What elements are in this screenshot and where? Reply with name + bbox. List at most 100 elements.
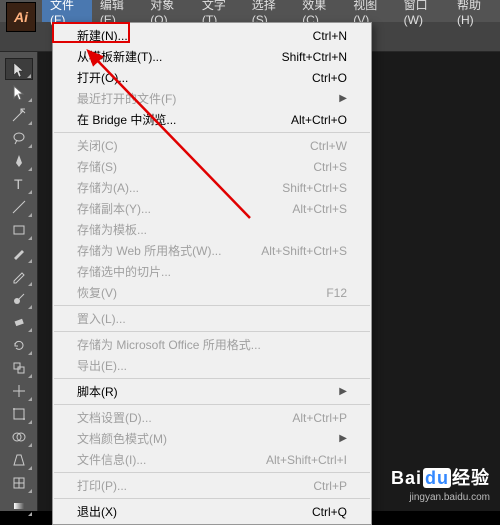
menu-item-shortcut: Alt+Shift+Ctrl+S: [261, 244, 347, 258]
tool-free-transform[interactable]: [5, 403, 33, 425]
menubar: 文件(F)编辑(E)对象(O)文字(T)选择(S)效果(C)视图(V)窗口(W)…: [0, 0, 500, 22]
watermark-url: jingyan.baidu.com: [391, 492, 490, 503]
menu-item-shortcut: Alt+Ctrl+P: [292, 411, 347, 425]
tool-perspective[interactable]: [5, 449, 33, 471]
menu-item-6-0: 打印(P)... Ctrl+P: [53, 475, 371, 496]
menubar-item-3[interactable]: 文字(T): [194, 0, 244, 22]
menu-item-1-4: 存储为模板...: [53, 219, 371, 240]
tool-pen[interactable]: [5, 150, 33, 172]
menu-item-label: 从模板新建(T)...: [77, 48, 162, 65]
svg-text:T: T: [14, 176, 23, 192]
submenu-arrow-icon: ▶: [339, 433, 347, 444]
menu-item-label: 存储为(A)...: [77, 179, 139, 196]
menu-item-label: 文档颜色模式(M): [77, 430, 167, 447]
tool-line[interactable]: [5, 196, 33, 218]
menu-item-1-0: 关闭(C) Ctrl+W: [53, 135, 371, 156]
tool-eraser[interactable]: [5, 311, 33, 333]
menu-item-0-1[interactable]: 从模板新建(T)... Shift+Ctrl+N: [53, 46, 371, 67]
menu-item-label: 导出(E)...: [77, 357, 127, 374]
menu-item-shortcut: Alt+Shift+Ctrl+I: [266, 453, 347, 467]
menu-item-3-1: 导出(E)...: [53, 355, 371, 376]
menu-item-1-7: 恢复(V) F12: [53, 282, 371, 303]
menu-item-7-0[interactable]: 退出(X)Ctrl+Q: [53, 501, 371, 522]
menu-item-shortcut: Ctrl+N: [313, 29, 347, 43]
menu-item-shortcut: Ctrl+O: [312, 71, 347, 85]
file-menu-dropdown: 新建(N)...Ctrl+N 从模板新建(T)... Shift+Ctrl+N 打开(…: [52, 22, 372, 525]
menu-item-shortcut: Ctrl+S: [313, 160, 347, 174]
watermark: Baidu经验 jingyan.baidu.com: [391, 464, 490, 503]
tool-lasso[interactable]: [5, 127, 33, 149]
submenu-arrow-icon: ▶: [339, 386, 347, 397]
menu-item-label: 存储副本(Y)...: [77, 200, 151, 217]
tool-selection[interactable]: [5, 58, 33, 80]
menu-separator: [54, 132, 370, 133]
menu-item-label: 文件信息(I)...: [77, 451, 146, 468]
menu-item-label: 置入(L)...: [77, 310, 126, 327]
watermark-brand-c: 经验: [452, 468, 490, 488]
tool-type[interactable]: T: [5, 173, 33, 195]
menu-item-shortcut: Alt+Ctrl+O: [291, 113, 347, 127]
tool-direct-selection[interactable]: [5, 81, 33, 103]
menu-item-0-2[interactable]: 打开(O)... Ctrl+O: [53, 67, 371, 88]
menubar-item-7[interactable]: 窗口(W): [396, 0, 449, 22]
tool-rotate[interactable]: [5, 334, 33, 356]
menu-item-4-0[interactable]: 脚本(R) ▶: [53, 381, 371, 402]
menu-item-label: 打开(O)...: [77, 69, 128, 86]
menu-item-label: 最近打开的文件(F): [77, 90, 176, 107]
menu-item-label: 打印(P)...: [77, 477, 127, 494]
menu-separator: [54, 404, 370, 405]
menu-item-shortcut: Ctrl+P: [313, 479, 347, 493]
menu-item-5-2: 文件信息(I)... Alt+Shift+Ctrl+I: [53, 449, 371, 470]
menu-item-label: 文档设置(D)...: [77, 409, 152, 426]
menu-separator: [54, 331, 370, 332]
tool-width[interactable]: [5, 380, 33, 402]
menu-item-3-0: 存储为 Microsoft Office 所用格式...: [53, 334, 371, 355]
menu-item-shortcut: Shift+Ctrl+N: [282, 50, 347, 64]
menu-item-shortcut: Alt+Ctrl+S: [292, 202, 347, 216]
toolbar: T: [0, 52, 38, 511]
menu-item-shortcut: Ctrl+Q: [312, 505, 347, 519]
watermark-brand-a: Bai: [391, 468, 422, 488]
menubar-item-2[interactable]: 对象(O): [142, 0, 194, 22]
menu-item-shortcut: F12: [326, 286, 347, 300]
menu-item-shortcut: Shift+Ctrl+S: [282, 181, 347, 195]
menu-item-label: 在 Bridge 中浏览...: [77, 111, 176, 128]
tool-pencil[interactable]: [5, 265, 33, 287]
menu-item-5-0: 文档设置(D)... Alt+Ctrl+P: [53, 407, 371, 428]
menubar-item-1[interactable]: 编辑(E): [92, 0, 142, 22]
tool-rectangle[interactable]: [5, 219, 33, 241]
menu-item-0-4[interactable]: 在 Bridge 中浏览... Alt+Ctrl+O: [53, 109, 371, 130]
menu-separator: [54, 472, 370, 473]
menu-item-0-3: 最近打开的文件(F)▶: [53, 88, 371, 109]
menu-item-label: 恢复(V): [77, 284, 117, 301]
app-icon: Ai: [6, 2, 36, 32]
menu-item-label: 存储选中的切片...: [77, 263, 171, 280]
watermark-brand-b: du: [423, 468, 451, 488]
menu-item-1-1: 存储(S) Ctrl+S: [53, 156, 371, 177]
menubar-item-5[interactable]: 效果(C): [294, 0, 345, 22]
menu-item-label: 存储(S): [77, 158, 117, 175]
tool-paintbrush[interactable]: [5, 242, 33, 264]
menubar-item-4[interactable]: 选择(S): [244, 0, 294, 22]
menu-item-label: 存储为模板...: [77, 221, 147, 238]
menu-item-2-0: 置入(L)...: [53, 308, 371, 329]
menubar-item-8[interactable]: 帮助(H): [449, 0, 500, 22]
menu-item-1-3: 存储副本(Y)... Alt+Ctrl+S: [53, 198, 371, 219]
menubar-item-6[interactable]: 视图(V): [345, 0, 395, 22]
menu-item-label: 脚本(R): [77, 383, 118, 400]
menu-item-1-6: 存储选中的切片...: [53, 261, 371, 282]
menu-item-1-2: 存储为(A)... Shift+Ctrl+S: [53, 177, 371, 198]
menubar-item-0[interactable]: 文件(F): [42, 0, 92, 22]
tool-mesh[interactable]: [5, 472, 33, 494]
tool-gradient[interactable]: [5, 495, 33, 517]
tool-blob-brush[interactable]: [5, 288, 33, 310]
tool-magic-wand[interactable]: [5, 104, 33, 126]
menu-item-label: 存储为 Web 所用格式(W)...: [77, 242, 221, 259]
menu-item-shortcut: Ctrl+W: [310, 139, 347, 153]
menu-item-0-0[interactable]: 新建(N)...Ctrl+N: [53, 25, 371, 46]
tool-shape-builder[interactable]: [5, 426, 33, 448]
tool-scale[interactable]: [5, 357, 33, 379]
menu-separator: [54, 305, 370, 306]
menu-item-5-1: 文档颜色模式(M) ▶: [53, 428, 371, 449]
menu-item-label: 关闭(C): [77, 137, 118, 154]
